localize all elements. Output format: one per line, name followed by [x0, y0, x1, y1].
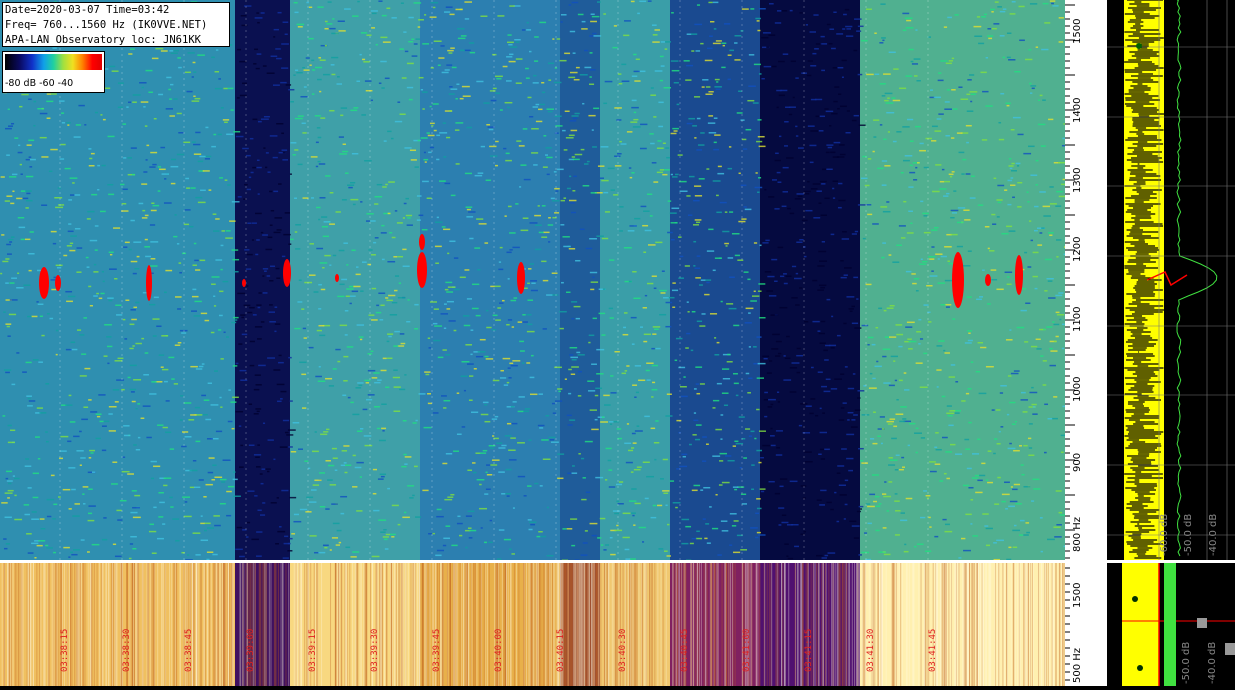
time-label: 03:40:45 — [680, 629, 690, 672]
time-label: 03:41:00 — [742, 629, 752, 672]
waterfall-top — [0, 0, 1065, 560]
spectrum-panel — [1107, 0, 1235, 560]
bottom-tick-1500: 1500 — [1072, 583, 1083, 608]
frequency-axis-ticks — [1065, 0, 1107, 560]
db-label-50: -50.0 dB — [1183, 514, 1194, 556]
db-label-60: -60.0 dB — [1159, 514, 1170, 556]
freq-tick-1300: 1300 — [1072, 168, 1083, 193]
freq-tick-1500: 1500 — [1072, 19, 1083, 44]
freq-tick-1000: 1000 — [1072, 377, 1083, 402]
time-label: 03:38:15 — [60, 629, 70, 672]
bottom-db-label-40: -40.0 dB — [1207, 642, 1218, 684]
frequency-range-label: Freq= 760...1560 Hz (IK0VVE.NET) — [5, 18, 229, 33]
waterfall-canvas — [0, 0, 1065, 560]
time-label: 03:40:15 — [556, 629, 566, 672]
time-label: 03:41:45 — [928, 629, 938, 672]
time-label: 03:41:15 — [804, 629, 814, 672]
colorbar-labels: -80 dB -60 -40 — [5, 78, 73, 89]
db-label-40: -40.0 dB — [1208, 514, 1219, 556]
frequency-axis — [1065, 0, 1107, 560]
freq-tick-1200: 1200 — [1072, 237, 1083, 262]
date-time-label: Date=2020-03-07 Time=03:42 — [5, 3, 229, 18]
freq-tick-1100: 1100 — [1072, 307, 1083, 332]
observatory-label: APA-LAN Observatory loc: JN61KK — [5, 33, 229, 48]
colorbar: -80 dB -60 -40 — [2, 51, 105, 93]
waterfall-bottom-canvas — [0, 563, 1065, 686]
bottom-db-label-50: -50.0 dB — [1181, 642, 1192, 684]
freq-tick-900: 900 — [1072, 453, 1083, 472]
time-label: 03:39:45 — [432, 629, 442, 672]
info-box: Date=2020-03-07 Time=03:42 Freq= 760...1… — [2, 2, 230, 47]
spectrum-canvas — [1107, 0, 1235, 560]
time-label: 03:39:00 — [246, 629, 256, 672]
freq-tick-800: 800 Hz — [1072, 517, 1083, 552]
time-label: 03:39:30 — [370, 629, 380, 672]
colorbar-gradient — [5, 54, 102, 70]
bottom-tick-500: 500 Hz — [1072, 648, 1083, 683]
time-label: 03:40:00 — [494, 629, 504, 672]
divider — [0, 560, 1235, 563]
freq-tick-1400: 1400 — [1072, 98, 1083, 123]
time-label: 03:38:30 — [122, 629, 132, 672]
waterfall-bottom — [0, 563, 1065, 686]
time-label: 03:38:45 — [184, 629, 194, 672]
time-label: 03:41:30 — [866, 629, 876, 672]
time-label: 03:40:30 — [618, 629, 628, 672]
time-label: 03:39:15 — [308, 629, 318, 672]
